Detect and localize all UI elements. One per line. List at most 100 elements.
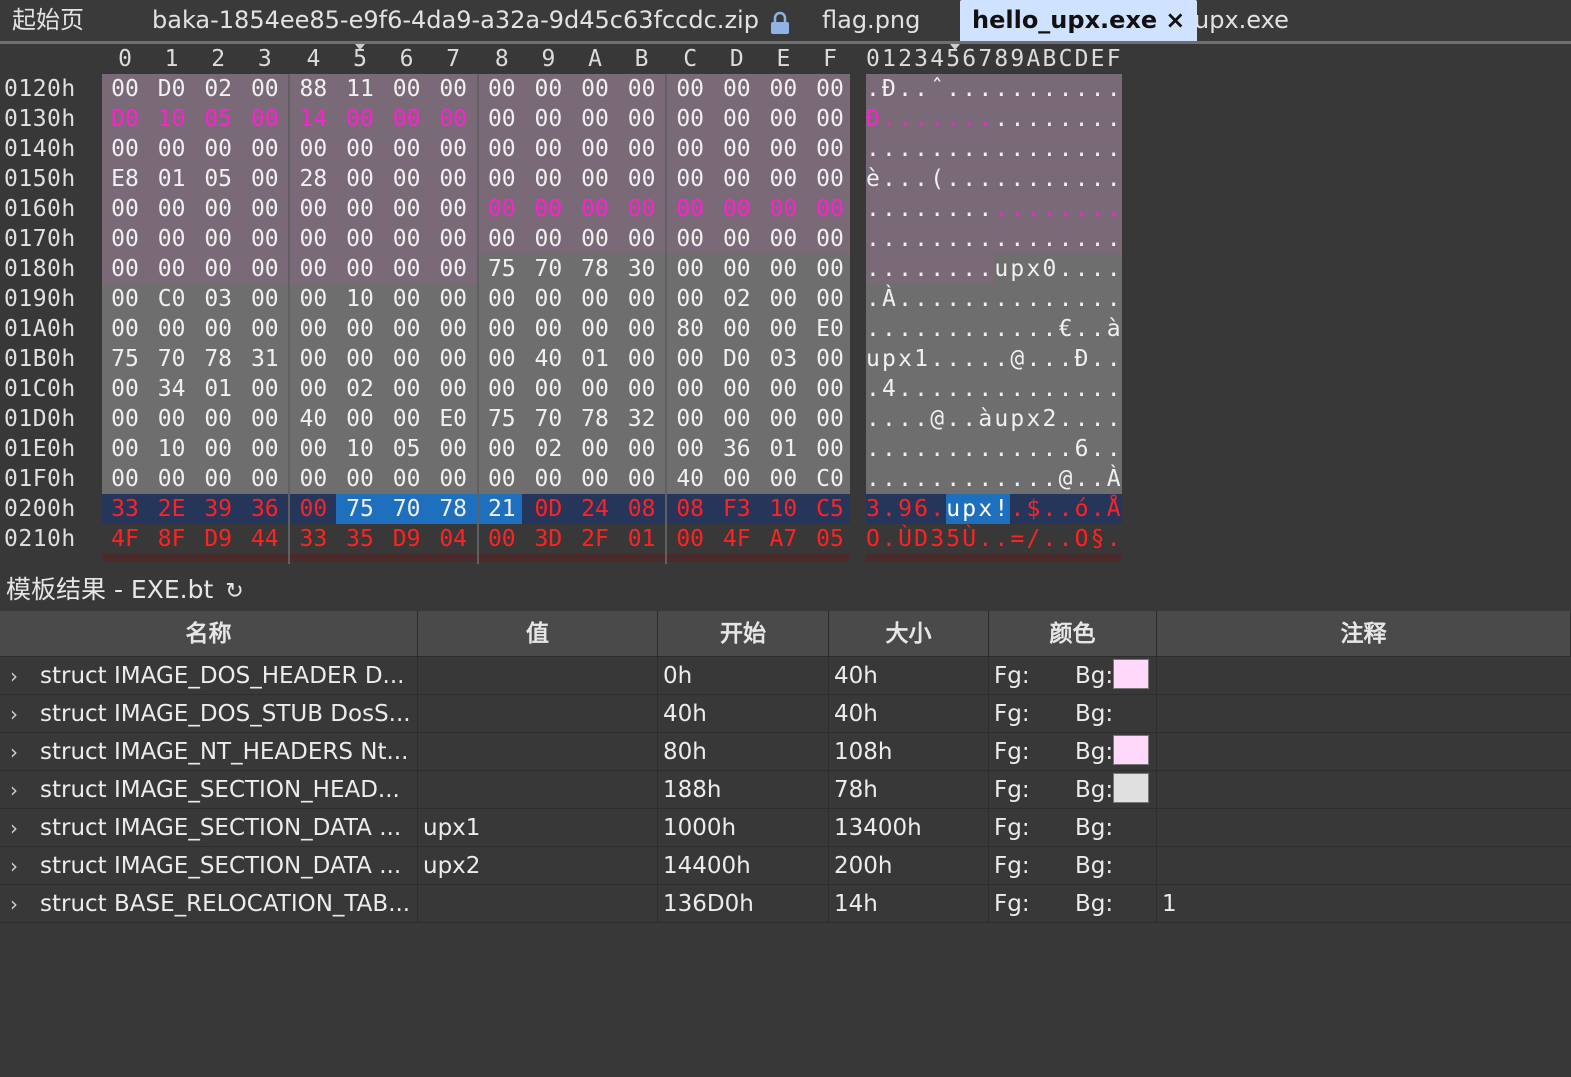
hex-byte[interactable]: 78 [572, 404, 618, 434]
hex-byte[interactable]: 36 [242, 494, 288, 524]
table-row[interactable]: › struct IMAGE_DOS_STUB DosS... 40h 40h Fg: B… [0, 695, 1571, 733]
hex-byte[interactable]: 00 [619, 134, 665, 164]
hex-byte[interactable]: 00 [619, 314, 665, 344]
hex-byte[interactable]: 70 [149, 344, 195, 374]
hex-byte[interactable]: 00 [525, 164, 571, 194]
hex-byte[interactable]: 00 [242, 134, 288, 164]
ascii-row[interactable]: ............@..À [866, 464, 1123, 494]
hex-byte[interactable]: 24 [572, 494, 618, 524]
ascii-row[interactable]: ............€..à [866, 314, 1123, 344]
hex-byte[interactable]: 01 [149, 164, 195, 194]
hex-byte[interactable]: 00 [572, 434, 618, 464]
hex-byte[interactable]: 04 [430, 524, 476, 554]
hex-byte[interactable]: 00 [290, 464, 336, 494]
hex-byte[interactable]: 00 [525, 284, 571, 314]
ascii-row[interactable]: upx1.....@...Ð.. [866, 344, 1123, 374]
hex-byte[interactable]: 10 [760, 494, 806, 524]
tab-hello-upx-exe[interactable]: hello_upx.exe × [960, 0, 1198, 43]
hex-byte[interactable]: 00 [384, 404, 430, 434]
hex-byte[interactable]: 00 [479, 194, 525, 224]
column-header-name[interactable]: 名称 [0, 611, 418, 657]
hex-byte[interactable]: 00 [760, 464, 806, 494]
hex-byte[interactable]: 75 [102, 344, 148, 374]
hex-byte[interactable]: 00 [430, 104, 476, 134]
hex-byte[interactable]: 01 [760, 434, 806, 464]
hex-byte[interactable]: 00 [242, 194, 288, 224]
hex-byte[interactable]: 00 [479, 374, 525, 404]
hex-byte[interactable]: 31 [242, 344, 288, 374]
hex-byte[interactable]: D9 [384, 524, 430, 554]
hex-byte[interactable]: 00 [714, 224, 760, 254]
hex-byte[interactable]: 00 [572, 134, 618, 164]
hex-byte[interactable]: 8F [149, 524, 195, 554]
ascii-row[interactable]: Ð............... [866, 104, 1123, 134]
tab-zip-file[interactable]: baka-1854ee85-e9f6-4da9-a32a-9d45c63fccd… [152, 0, 791, 41]
hex-byte[interactable]: 00 [619, 194, 665, 224]
hex-byte[interactable]: 00 [195, 134, 241, 164]
hex-byte[interactable]: 05 [384, 434, 430, 464]
hex-byte[interactable]: 00 [195, 464, 241, 494]
hex-byte[interactable]: 00 [525, 464, 571, 494]
hex-byte[interactable]: 00 [667, 434, 713, 464]
hex-byte[interactable]: 80 [667, 314, 713, 344]
ascii-row[interactable]: ................ [866, 194, 1123, 224]
hex-byte[interactable]: A7 [760, 524, 806, 554]
hex-byte[interactable]: 00 [430, 314, 476, 344]
table-row[interactable]: › struct IMAGE_SECTION_DATA ... upx2 14400h… [0, 847, 1571, 885]
hex-byte[interactable]: 00 [384, 464, 430, 494]
hex-byte[interactable]: 00 [384, 284, 430, 314]
hex-byte[interactable]: 00 [619, 464, 665, 494]
hex-byte[interactable]: 00 [149, 314, 195, 344]
hex-byte[interactable]: 08 [667, 494, 713, 524]
hex-byte[interactable]: 11 [337, 74, 383, 104]
hex-byte[interactable]: 00 [337, 404, 383, 434]
hex-byte[interactable]: D0 [149, 74, 195, 104]
table-row[interactable]: › struct IMAGE_SECTION_DATA ... upx1 1000h 1… [0, 809, 1571, 847]
hex-byte[interactable]: 00 [430, 374, 476, 404]
hex-byte[interactable]: 00 [149, 404, 195, 434]
hex-byte[interactable]: 00 [195, 194, 241, 224]
hex-byte[interactable]: 00 [337, 464, 383, 494]
hex-byte[interactable]: 00 [667, 164, 713, 194]
hex-byte[interactable]: 00 [619, 374, 665, 404]
table-row[interactable]: › struct IMAGE_DOS_HEADER D... 0h 40h Fg: Bg: [0, 657, 1571, 695]
hex-byte[interactable]: 00 [572, 194, 618, 224]
hex-byte[interactable]: 00 [807, 134, 853, 164]
hex-byte[interactable]: 36 [714, 434, 760, 464]
hex-byte[interactable]: 00 [807, 164, 853, 194]
hex-byte[interactable]: 00 [149, 134, 195, 164]
hex-byte[interactable]: 00 [572, 464, 618, 494]
hex-byte[interactable]: 00 [430, 164, 476, 194]
hex-byte[interactable]: 10 [337, 284, 383, 314]
ascii-row[interactable]: 3.96.upx!.$..ó.Å [866, 494, 1123, 524]
ascii-row[interactable]: ................ [866, 224, 1123, 254]
hex-byte[interactable]: 00 [290, 284, 336, 314]
hex-byte[interactable]: 40 [525, 344, 571, 374]
hex-byte[interactable]: 00 [337, 194, 383, 224]
hex-byte[interactable]: 00 [102, 374, 148, 404]
hex-byte[interactable]: 00 [667, 524, 713, 554]
hex-byte[interactable]: E0 [430, 404, 476, 434]
hex-byte[interactable]: 00 [242, 284, 288, 314]
hex-byte[interactable]: 70 [384, 494, 430, 524]
tab-flag-png[interactable]: flag.png [822, 0, 920, 41]
hex-byte[interactable]: 00 [384, 314, 430, 344]
hex-byte[interactable]: 00 [714, 134, 760, 164]
hex-byte[interactable]: 00 [479, 464, 525, 494]
hex-byte[interactable]: 34 [149, 374, 195, 404]
hex-byte[interactable]: 00 [760, 224, 806, 254]
hex-byte[interactable]: 00 [290, 254, 336, 284]
hex-byte[interactable]: 70 [525, 254, 571, 284]
hex-byte[interactable]: 40 [290, 404, 336, 434]
hex-byte[interactable]: 00 [714, 74, 760, 104]
hex-byte[interactable]: 02 [525, 434, 571, 464]
hex-byte[interactable]: 00 [242, 164, 288, 194]
hex-byte[interactable]: 00 [290, 494, 336, 524]
hex-byte[interactable]: 00 [714, 104, 760, 134]
ascii-row[interactable]: è...(........... [866, 164, 1123, 194]
hex-byte[interactable]: 00 [760, 314, 806, 344]
ascii-row[interactable]: .Ð..ˆ........... [866, 74, 1123, 104]
hex-byte[interactable]: 00 [242, 314, 288, 344]
hex-byte[interactable]: 70 [525, 404, 571, 434]
hex-byte[interactable]: 00 [149, 254, 195, 284]
